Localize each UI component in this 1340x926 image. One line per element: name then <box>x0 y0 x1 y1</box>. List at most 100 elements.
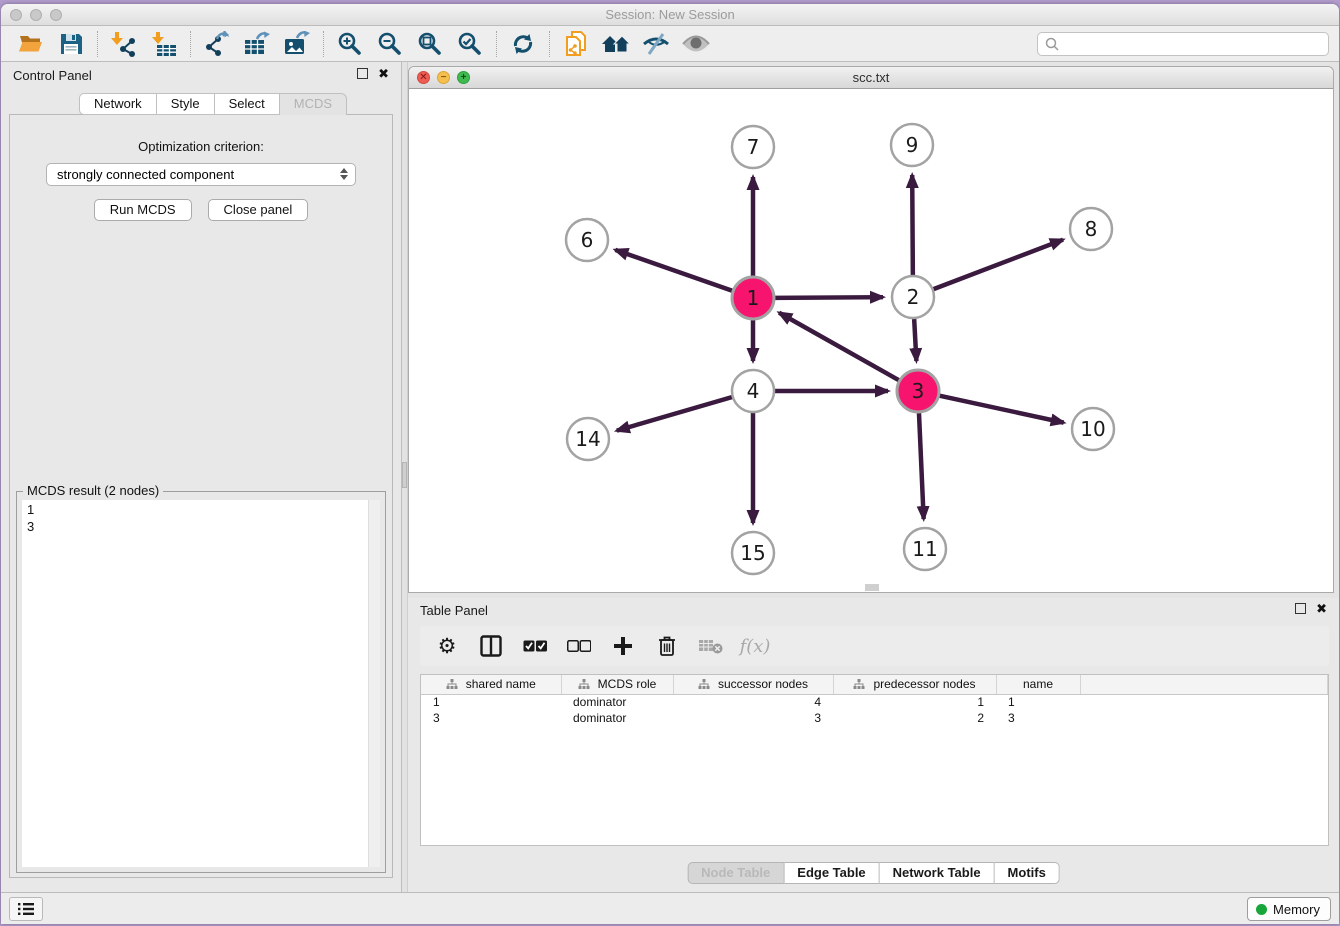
canvas-scroll-grip[interactable] <box>865 584 879 591</box>
hierarchy-icon <box>446 679 458 690</box>
graph-edge-1-2[interactable] <box>775 297 883 298</box>
new-network-from-selection-icon[interactable] <box>556 28 596 60</box>
tab-select[interactable]: Select <box>215 93 280 115</box>
table-settings-icon[interactable]: ⚙ <box>432 631 462 661</box>
column-label: name <box>1023 677 1053 691</box>
memory-label: Memory <box>1273 902 1320 917</box>
graph-node-label-6: 6 <box>581 228 594 252</box>
optimization-criterion-select[interactable]: strongly connected component <box>46 163 356 186</box>
zoom-in-icon[interactable] <box>330 28 370 60</box>
cell-filler <box>1080 694 1328 710</box>
result-scrollbar[interactable] <box>368 500 380 867</box>
import-table-icon[interactable] <box>144 28 184 60</box>
tab-node-table[interactable]: Node Table <box>687 862 784 884</box>
cell-shared-name[interactable]: 1 <box>421 694 561 710</box>
table-row[interactable]: 1dominator411 <box>421 694 1328 710</box>
tab-network[interactable]: Network <box>79 93 157 115</box>
graph-edge-1-6[interactable] <box>615 250 732 291</box>
column-header-successor-nodes[interactable]: successor nodes <box>673 675 833 694</box>
zoom-out-icon[interactable] <box>370 28 410 60</box>
zoom-fit-icon[interactable] <box>410 28 450 60</box>
toolbar-separator <box>496 31 497 57</box>
column-label: MCDS role <box>598 677 657 691</box>
tab-mcds[interactable]: MCDS <box>280 93 347 115</box>
column-header-MCDS-role[interactable]: MCDS role <box>561 675 673 694</box>
cell-MCDS-role[interactable]: dominator <box>561 694 673 710</box>
graph-edge-2-3[interactable] <box>914 319 916 361</box>
close-panel-button[interactable]: Close panel <box>208 199 309 221</box>
network-canvas[interactable]: 7968124314101511 <box>409 89 1333 591</box>
task-history-button[interactable] <box>9 897 43 921</box>
column-header-name[interactable]: name <box>996 675 1080 694</box>
cell-name[interactable]: 3 <box>996 710 1080 726</box>
tab-network-table[interactable]: Network Table <box>880 862 995 884</box>
graph-node-label-15: 15 <box>740 541 765 565</box>
tab-motifs[interactable]: Motifs <box>995 862 1060 884</box>
network-window-titlebar[interactable]: ✕ − + scc.txt <box>409 67 1333 89</box>
cell-MCDS-role[interactable]: dominator <box>561 710 673 726</box>
search-input[interactable] <box>1060 34 1328 54</box>
panel-splitter[interactable] <box>401 62 408 892</box>
graph-edge-2-8[interactable] <box>934 240 1063 289</box>
tab-edge-table[interactable]: Edge Table <box>784 862 879 884</box>
graph-node-label-10: 10 <box>1080 417 1105 441</box>
select-all-rows-icon[interactable] <box>520 631 550 661</box>
export-table-icon[interactable] <box>237 28 277 60</box>
cell-name[interactable]: 1 <box>996 694 1080 710</box>
first-neighbors-icon[interactable] <box>596 28 636 60</box>
export-network-icon[interactable] <box>197 28 237 60</box>
memory-button[interactable]: Memory <box>1247 897 1331 921</box>
split-panel-icon[interactable] <box>476 631 506 661</box>
column-header-predecessor-nodes[interactable]: predecessor nodes <box>833 675 996 694</box>
table-row[interactable]: 3dominator323 <box>421 710 1328 726</box>
function-builder-icon[interactable]: f(x) <box>740 631 770 661</box>
delete-columns-icon[interactable] <box>652 631 682 661</box>
export-image-icon[interactable] <box>277 28 317 60</box>
window-titlebar: Session: New Session <box>1 4 1339 26</box>
close-table-panel-icon[interactable]: ✖ <box>1316 603 1327 614</box>
cell-predecessor-nodes[interactable]: 1 <box>833 694 996 710</box>
tab-style[interactable]: Style <box>157 93 215 115</box>
run-mcds-button[interactable]: Run MCDS <box>94 199 192 221</box>
network-window-title: scc.txt <box>409 67 1333 89</box>
graph-edge-4-14[interactable] <box>617 397 732 430</box>
float-table-panel-icon[interactable] <box>1295 603 1306 614</box>
application-window: Session: New Session <box>1 4 1339 924</box>
graph-node-label-4: 4 <box>747 379 760 403</box>
status-bar: Memory <box>1 892 1339 924</box>
column-label: shared name <box>466 677 536 691</box>
cell-predecessor-nodes[interactable]: 2 <box>833 710 996 726</box>
add-column-icon[interactable] <box>608 631 638 661</box>
save-session-icon[interactable] <box>51 28 91 60</box>
deselect-all-rows-icon[interactable] <box>564 631 594 661</box>
graph-edge-3-11[interactable] <box>919 413 924 519</box>
float-panel-icon[interactable] <box>357 68 368 79</box>
zoom-selected-icon[interactable] <box>450 28 490 60</box>
mcds-result-group: MCDS result (2 nodes) 1 3 <box>16 491 386 873</box>
cell-successor-nodes[interactable]: 3 <box>673 710 833 726</box>
toolbar-separator <box>323 31 324 57</box>
cell-successor-nodes[interactable]: 4 <box>673 694 833 710</box>
hide-selected-icon[interactable] <box>636 28 676 60</box>
graph-edge-3-10[interactable] <box>939 396 1063 423</box>
network-window: ✕ − + scc.txt 79681243141015 <box>408 66 1334 593</box>
node-table[interactable]: shared name MCDS role successor nodesprede… <box>420 674 1329 846</box>
network-graph[interactable]: 7968124314101511 <box>409 89 1333 591</box>
close-panel-icon[interactable]: ✖ <box>378 68 389 79</box>
column-header-shared-name[interactable]: shared name <box>421 675 561 694</box>
delete-table-icon[interactable] <box>696 631 726 661</box>
graph-edge-2-9[interactable] <box>912 175 913 275</box>
workspace: ✕ − + scc.txt 79681243141015 <box>408 62 1339 892</box>
splitter-handle[interactable] <box>402 462 407 488</box>
graph-edge-3-1[interactable] <box>779 313 899 380</box>
graph-node-label-3: 3 <box>912 379 925 403</box>
show-all-icon[interactable] <box>676 28 716 60</box>
mcds-result-text[interactable]: 1 3 <box>22 500 368 867</box>
cell-shared-name[interactable]: 3 <box>421 710 561 726</box>
refresh-layout-icon[interactable] <box>503 28 543 60</box>
hierarchy-icon <box>698 679 710 690</box>
import-network-icon[interactable] <box>104 28 144 60</box>
search-box[interactable] <box>1037 32 1329 56</box>
open-file-icon[interactable] <box>11 28 51 60</box>
graph-node-label-2: 2 <box>907 285 920 309</box>
